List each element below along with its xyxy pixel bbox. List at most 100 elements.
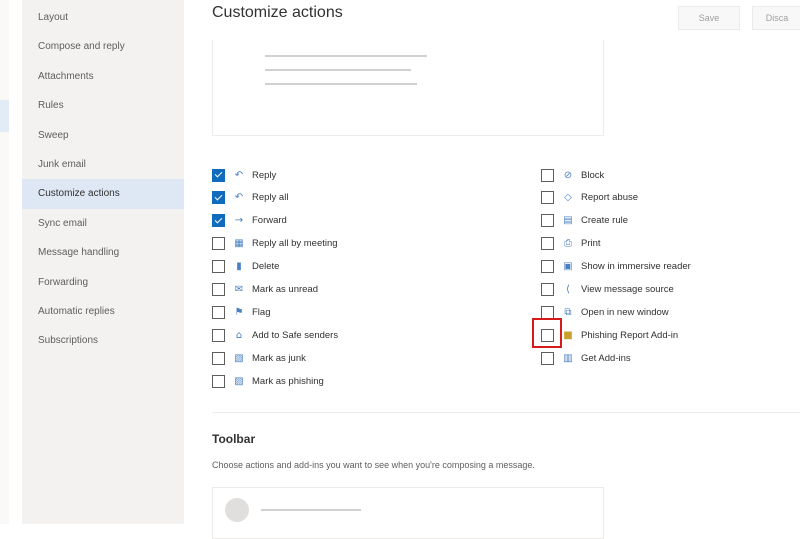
sidebar-item-message-handling[interactable]: Message handling [22,238,184,267]
action-row-flag[interactable]: ⚑ Flag [212,303,270,321]
sidebar-item-customize-actions[interactable]: Customize actions [22,179,184,209]
sidebar-item-attachments[interactable]: Attachments [22,62,184,91]
action-row-get-add-ins[interactable]: ▥ Get Add-ins [541,349,631,367]
checkbox[interactable] [212,305,225,319]
checkbox[interactable] [541,283,554,296]
action-row-add-to-safe-senders[interactable]: ⌂ Add to Safe senders [212,326,338,344]
action-label: Phishing Report Add-in [581,329,679,341]
action-row-report-abuse[interactable]: ◇ Report abuse [541,189,638,207]
sidebar-item-junk-email[interactable]: Junk email [22,150,184,179]
action-label: Reply all by meeting [252,238,338,250]
action-row-block[interactable]: ⊘ Block [541,166,604,184]
main-panel: Customize actions Save Disca ↶ Reply ↶ Repl… [184,0,800,539]
highlight-box [532,318,562,348]
new-window-icon: ⧉ [564,306,572,318]
addin-icon: ■ [563,329,573,341]
checkbox[interactable] [541,191,554,205]
sidebar-item-rules[interactable]: Rules [22,91,184,120]
preview-line [265,83,417,85]
action-row-create-rule[interactable]: ▤ Create rule [541,212,628,230]
block-icon: ⊘ [563,169,573,181]
save-button[interactable]: Save [678,6,740,30]
checkbox[interactable] [212,237,225,251]
action-row-reply-all-by-meeting[interactable]: ▦ Reply all by meeting [212,235,338,253]
sidebar-nav: Layout Compose and reply Attachments Rules S… [22,3,184,356]
sidebar-item-forwarding[interactable]: Forwarding [22,268,184,297]
action-label: Delete [252,261,280,273]
checkbox[interactable] [212,260,225,274]
flag-icon: ⚑ [234,306,244,318]
junk-icon: ▧ [234,352,244,364]
toolbar-heading: Toolbar [212,432,256,446]
checkbox[interactable] [212,214,225,228]
phishing-icon: ▨ [234,375,244,387]
checkbox[interactable] [212,328,225,342]
action-row-mark-as-phishing[interactable]: ▨ Mark as phishing [212,372,324,390]
left-edge-accent [0,100,9,132]
section-divider [212,412,800,413]
preview-line [265,55,427,57]
checkbox[interactable] [541,214,554,228]
checkbox[interactable] [212,168,225,182]
source-icon: ⟨ [566,284,570,295]
checkbox[interactable] [541,237,554,251]
action-row-view-message-source[interactable]: ⟨ View message source [541,281,674,299]
action-row-mark-as-junk[interactable]: ▧ Mark as junk [212,349,306,367]
checkbox[interactable] [212,351,225,365]
discard-button[interactable]: Disca [752,6,800,30]
action-label: Flag [252,306,271,318]
action-row-forward[interactable]: → Forward [212,212,287,230]
message-preview-box [212,40,604,136]
toolbar-preview-box [212,487,604,539]
action-label: Open in new window [581,306,669,318]
rule-icon: ▤ [563,215,573,227]
action-label: View message source [581,284,674,295]
action-row-print[interactable]: ⎙ Print [541,235,601,253]
action-row-reply-all[interactable]: ↶ Reply all [212,189,288,207]
checkbox[interactable] [212,374,225,388]
action-row-show-in-immersive-reader[interactable]: ▣ Show in immersive reader [541,258,691,276]
forward-icon: → [234,215,244,227]
action-row-mark-as-unread[interactable]: ✉ Mark as unread [212,281,318,299]
action-row-reply[interactable]: ↶ Reply [212,166,276,184]
action-label: Create rule [581,215,628,227]
action-label: Forward [252,215,287,227]
preview-line [265,69,411,71]
action-label: Get Add-ins [581,352,631,364]
calendar-icon: ▦ [234,238,244,250]
sidebar-item-subscriptions[interactable]: Subscriptions [22,326,184,355]
sidebar-item-automatic-replies[interactable]: Automatic replies [22,297,184,326]
checkbox[interactable] [212,191,225,205]
shield-icon: ◇ [564,192,572,204]
left-edge-strip [0,0,9,524]
action-label: Add to Safe senders [252,329,339,341]
action-row-delete[interactable]: ▮ Delete [212,258,279,276]
settings-sidebar: Layout Compose and reply Attachments Rules S… [22,0,184,524]
checkbox[interactable] [541,305,554,319]
toolbar-preview-line [261,509,361,511]
action-label: Mark as junk [252,352,306,364]
page-title: Customize actions [212,4,343,21]
action-label: Reply all [252,192,289,204]
action-label: Show in immersive reader [581,261,691,273]
checkbox[interactable] [212,283,225,296]
checkbox[interactable] [541,168,554,182]
reply-icon: ↶ [234,169,244,181]
toolbar-avatar-placeholder [225,498,249,522]
person-icon: ⌂ [235,329,243,341]
checkbox[interactable] [541,260,554,274]
checkbox[interactable] [541,351,554,365]
sidebar-item-layout[interactable]: Layout [22,3,184,32]
action-label: Mark as unread [252,284,319,295]
action-label: Mark as phishing [252,375,324,387]
reader-icon: ▣ [563,261,573,273]
reply-all-icon: ↶ [234,192,244,204]
store-icon: ▥ [563,352,573,364]
sidebar-item-compose-and-reply[interactable]: Compose and reply [22,32,184,61]
action-label: Report abuse [581,192,639,204]
sidebar-item-sweep[interactable]: Sweep [22,121,184,150]
printer-icon: ⎙ [564,238,572,250]
action-label: Block [581,169,605,181]
sidebar-item-sync-email[interactable]: Sync email [22,209,184,238]
envelope-icon: ✉ [234,284,244,295]
